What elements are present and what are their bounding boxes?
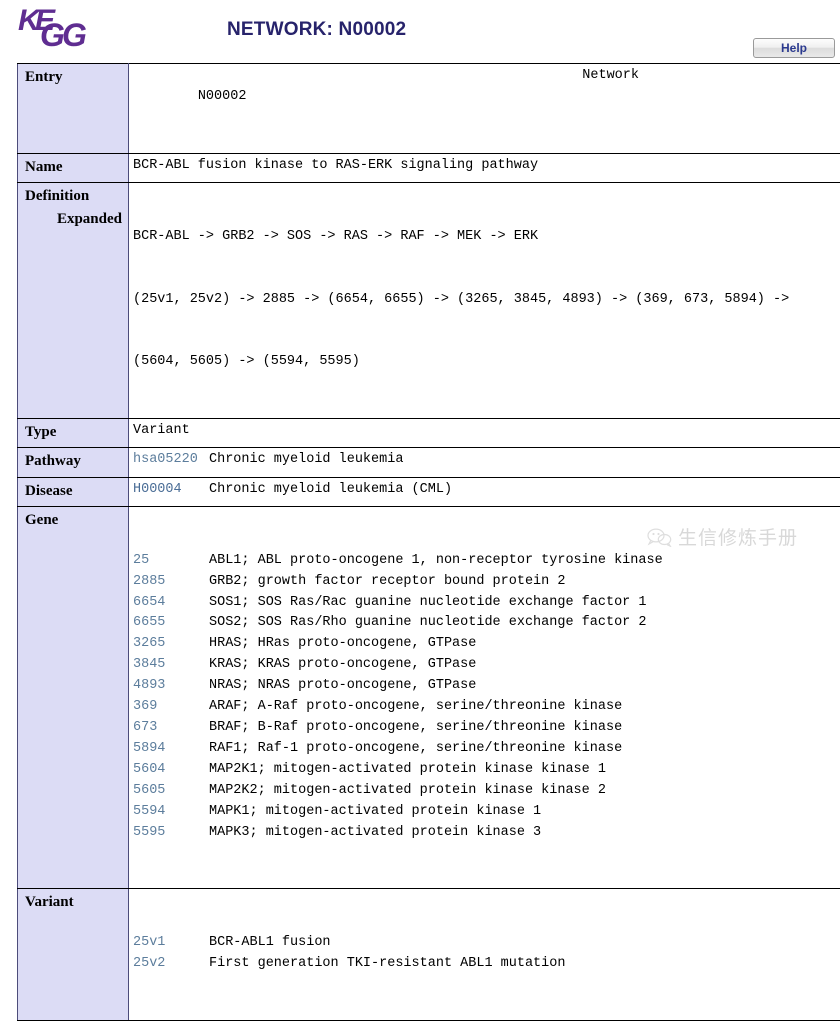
table-row-definition: Definition Expanded BCR-ABL -> GRB2 -> S…: [18, 182, 840, 418]
label-text-definition: Definition: [25, 185, 122, 208]
gene-id-link[interactable]: 5604: [133, 760, 209, 781]
gene-description: SOS2; SOS Ras/Rho guanine nucleotide exc…: [209, 615, 646, 630]
row-value-disease: H00004Chronic myeloid leukemia (CML): [129, 477, 840, 506]
label-text: Disease: [25, 480, 122, 503]
disease-id-link[interactable]: H00004: [133, 480, 209, 501]
gene-description: NRAS; NRAS proto-oncogene, GTPase: [209, 678, 476, 693]
table-row-disease: Disease H00004Chronic myeloid leukemia (…: [18, 477, 840, 506]
list-item: 25v1BCR-ABL1 fusion: [133, 933, 836, 954]
disease-description: Chronic myeloid leukemia (CML): [209, 482, 452, 497]
row-value-definition: BCR-ABL -> GRB2 -> SOS -> RAS -> RAF -> …: [129, 182, 840, 418]
row-value-variant: 25v1BCR-ABL1 fusion25v2First generation …: [129, 889, 840, 1021]
list-item: 5605MAP2K2; mitogen-activated protein ki…: [133, 781, 836, 802]
table-row-gene: Gene 25ABL1; ABL proto-oncogene 1, non-r…: [18, 506, 840, 889]
label-text: Type: [25, 421, 122, 444]
row-value-type: Variant: [129, 419, 840, 448]
row-label-entry: Entry: [18, 64, 129, 154]
table-row-pathway: Pathway hsa05220Chronic myeloid leukemia: [18, 448, 840, 477]
gene-id-link[interactable]: 3845: [133, 655, 209, 676]
gene-id-link[interactable]: 5595: [133, 823, 209, 844]
gene-description: MAPK3; mitogen-activated protein kinase …: [209, 825, 541, 840]
table-row-name: Name BCR-ABL fusion kinase to RAS-ERK si…: [18, 153, 840, 182]
gene-id-link[interactable]: 6654: [133, 593, 209, 614]
row-value-gene: 25ABL1; ABL proto-oncogene 1, non-recept…: [129, 506, 840, 889]
network-entry-table: Entry N00002 Network Name BCR-ABL fusion…: [17, 63, 840, 1021]
list-item: 3265HRAS; HRas proto-oncogene, GTPase: [133, 634, 836, 655]
table-row-type: Type Variant: [18, 419, 840, 448]
list-item: 369ARAF; A-Raf proto-oncogene, serine/th…: [133, 697, 836, 718]
list-item: 5604MAP2K1; mitogen-activated protein ki…: [133, 760, 836, 781]
list-item: 6655SOS2; SOS Ras/Rho guanine nucleotide…: [133, 613, 836, 634]
row-label-definition: Definition Expanded: [18, 182, 129, 418]
pathway-description: Chronic myeloid leukemia: [209, 452, 403, 467]
gene-description: MAP2K1; mitogen-activated protein kinase…: [209, 762, 606, 777]
list-item: 3845KRAS; KRAS proto-oncogene, GTPase: [133, 655, 836, 676]
row-label-gene: Gene: [18, 506, 129, 889]
gene-id-link[interactable]: 3265: [133, 634, 209, 655]
gene-id-link[interactable]: 369: [133, 697, 209, 718]
variant-description: First generation TKI-resistant ABL1 muta…: [209, 956, 565, 971]
entry-category: Network: [129, 66, 639, 87]
variant-id-link[interactable]: 25v2: [133, 954, 209, 975]
pathway-id-link[interactable]: hsa05220: [133, 450, 209, 471]
page-header: K E G G NETWORK: N00002 Help: [0, 0, 840, 63]
list-item: 2885GRB2; growth factor receptor bound p…: [133, 572, 836, 593]
row-label-disease: Disease: [18, 477, 129, 506]
label-text: Pathway: [25, 450, 122, 473]
row-label-pathway: Pathway: [18, 448, 129, 477]
gene-id-link[interactable]: 6655: [133, 613, 209, 634]
list-item: 5894RAF1; Raf-1 proto-oncogene, serine/t…: [133, 739, 836, 760]
row-value-name: BCR-ABL fusion kinase to RAS-ERK signali…: [129, 153, 840, 182]
gene-description: SOS1; SOS Ras/Rac guanine nucleotide exc…: [209, 595, 646, 610]
entry-id: N00002: [198, 89, 247, 104]
table-row-entry: Entry N00002 Network: [18, 64, 840, 154]
list-item: 5595MAPK3; mitogen-activated protein kin…: [133, 823, 836, 844]
gene-description: KRAS; KRAS proto-oncogene, GTPase: [209, 657, 476, 672]
label-text: Variant: [25, 891, 122, 914]
label-text: Name: [25, 156, 122, 179]
list-item: 673BRAF; B-Raf proto-oncogene, serine/th…: [133, 718, 836, 739]
gene-description: HRAS; HRas proto-oncogene, GTPase: [209, 636, 476, 651]
row-value-entry: N00002 Network: [129, 64, 840, 154]
label-text: Gene: [25, 509, 122, 532]
gene-description: ABL1; ABL proto-oncogene 1, non-receptor…: [209, 553, 663, 568]
row-label-type: Type: [18, 419, 129, 448]
list-item: 25ABL1; ABL proto-oncogene 1, non-recept…: [133, 551, 836, 572]
gene-id-link[interactable]: 673: [133, 718, 209, 739]
expanded-line-2: (5604, 5605) -> (5594, 5595): [133, 352, 836, 373]
table-row-variant: Variant 25v1BCR-ABL1 fusion25v2First gen…: [18, 889, 840, 1021]
gene-description: ARAF; A-Raf proto-oncogene, serine/threo…: [209, 699, 622, 714]
gene-description: MAPK1; mitogen-activated protein kinase …: [209, 804, 541, 819]
gene-description: GRB2; growth factor receptor bound prote…: [209, 574, 565, 589]
list-item: 6654SOS1; SOS Ras/Rac guanine nucleotide…: [133, 593, 836, 614]
row-label-variant: Variant: [18, 889, 129, 1021]
gene-description: BRAF; B-Raf proto-oncogene, serine/threo…: [209, 720, 622, 735]
row-value-pathway: hsa05220Chronic myeloid leukemia: [129, 448, 840, 477]
definition-text: BCR-ABL -> GRB2 -> SOS -> RAS -> RAF -> …: [133, 227, 836, 248]
variant-id-link[interactable]: 25v1: [133, 933, 209, 954]
gene-id-link[interactable]: 5894: [133, 739, 209, 760]
svg-text:G: G: [62, 17, 87, 53]
kegg-logo[interactable]: K E G G: [18, 3, 110, 57]
gene-id-link[interactable]: 2885: [133, 572, 209, 593]
variant-description: BCR-ABL1 fusion: [209, 935, 331, 950]
help-button[interactable]: Help: [753, 38, 835, 58]
gene-id-link[interactable]: 5605: [133, 781, 209, 802]
gene-id-link[interactable]: 4893: [133, 676, 209, 697]
gene-description: MAP2K2; mitogen-activated protein kinase…: [209, 783, 606, 798]
list-item: 25v2First generation TKI-resistant ABL1 …: [133, 954, 836, 975]
gene-description: RAF1; Raf-1 proto-oncogene, serine/threo…: [209, 741, 622, 756]
gene-list: 25ABL1; ABL proto-oncogene 1, non-recept…: [133, 551, 836, 844]
gene-id-link[interactable]: 5594: [133, 802, 209, 823]
variant-list: 25v1BCR-ABL1 fusion25v2First generation …: [133, 933, 836, 975]
list-item: 5594MAPK1; mitogen-activated protein kin…: [133, 802, 836, 823]
label-text-expanded: Expanded: [25, 208, 122, 231]
list-item: 4893NRAS; NRAS proto-oncogene, GTPase: [133, 676, 836, 697]
page-title: NETWORK: N00002: [227, 19, 406, 41]
label-text: Entry: [25, 66, 122, 89]
row-label-name: Name: [18, 153, 129, 182]
expanded-line-1: (25v1, 25v2) -> 2885 -> (6654, 6655) -> …: [133, 290, 836, 311]
gene-id-link[interactable]: 25: [133, 551, 209, 572]
